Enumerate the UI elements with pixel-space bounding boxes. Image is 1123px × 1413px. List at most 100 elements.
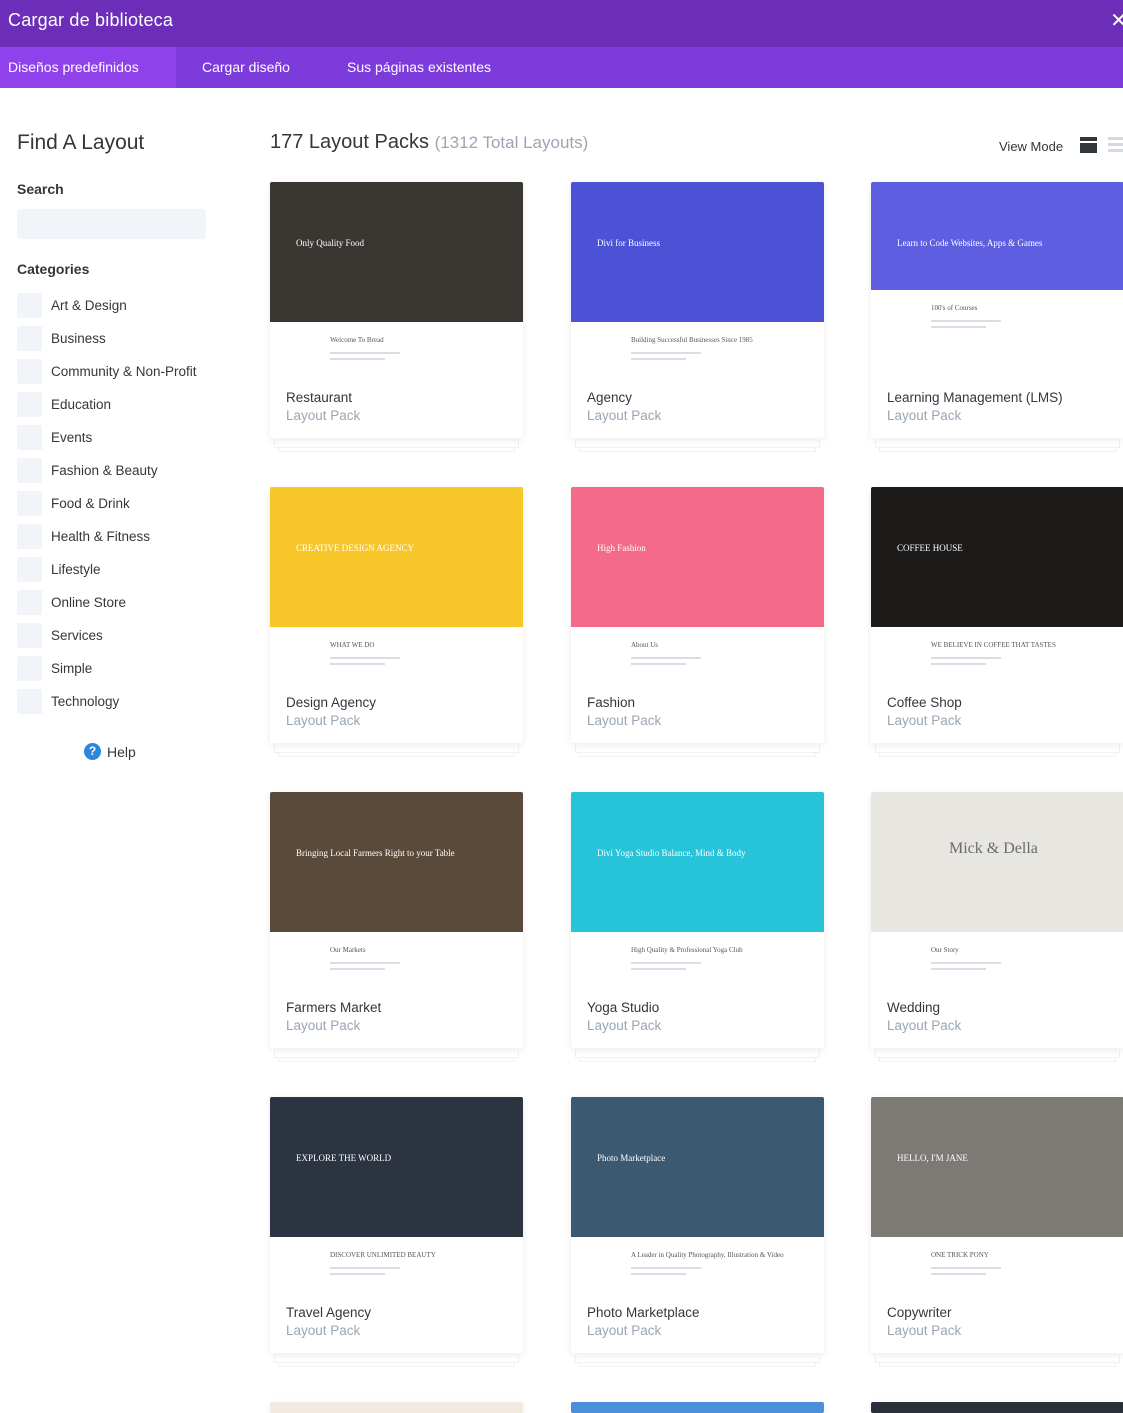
filter-sidebar: Find A Layout Search Categories Art & De… [0, 88, 240, 1413]
layout-name: Restaurant [286, 390, 353, 405]
thumbnail-section-text: About Us [631, 641, 659, 649]
category-item[interactable]: Community & Non-Profit [17, 355, 197, 388]
category-list: Art & Design Business Community & Non-Prof… [17, 289, 197, 718]
tab-load-layout[interactable]: Cargar diseño [194, 47, 298, 88]
thumbnail-section-text: Our Markets [330, 946, 366, 954]
category-checkbox[interactable] [17, 293, 42, 318]
category-item[interactable]: Lifestyle [17, 553, 197, 586]
category-item[interactable]: Simple [17, 652, 197, 685]
category-item[interactable]: Events [17, 421, 197, 454]
help-link[interactable]: ? Help [84, 743, 136, 760]
layout-type: Layout Pack [286, 713, 361, 728]
search-input[interactable] [17, 209, 206, 239]
tab-predefined-layouts[interactable]: Diseños predefinidos [0, 47, 176, 88]
layout-type: Layout Pack [587, 713, 662, 728]
thumbnail-section-text: High Quality & Professional Yoga Club [631, 946, 743, 954]
thumbnail-section-text: 100's of Courses [931, 304, 978, 312]
thumbnail-hero-text: Divi Yoga Studio Balance, Mind & Body [597, 848, 746, 858]
category-checkbox[interactable] [17, 425, 42, 450]
layout-type: Layout Pack [887, 408, 962, 423]
thumbnail-section-text: Welcome To Bread [330, 336, 384, 344]
category-checkbox[interactable] [17, 458, 42, 483]
layout-thumbnail: Mick & Della Our Story [871, 792, 1123, 982]
category-checkbox[interactable] [17, 557, 42, 582]
category-item[interactable]: Fashion & Beauty [17, 454, 197, 487]
thumbnail-hero-text: Photo Marketplace [597, 1153, 666, 1163]
thumbnail-section-text: WHAT WE DO [330, 641, 375, 649]
layout-name: Farmers Market [286, 1000, 382, 1015]
thumbnail-hero-text: CREATIVE DESIGN AGENCY [296, 543, 414, 553]
help-label: Help [107, 743, 136, 760]
category-label: Lifestyle [51, 562, 101, 577]
layout-name: Yoga Studio [587, 1000, 660, 1015]
modal-title: Cargar de biblioteca [8, 10, 174, 30]
help-icon: ? [84, 743, 101, 760]
category-checkbox[interactable] [17, 656, 42, 681]
layout-name: Fashion [587, 695, 636, 710]
layout-thumbnail: Bringing Local Farmers Right to your Tab… [270, 792, 523, 982]
thumbnail-hero-text: Only Quality Food [296, 238, 365, 248]
category-item[interactable]: Business [17, 322, 197, 355]
layout-thumbnail: Only Quality Food Welcome To Bread [270, 182, 523, 372]
category-item[interactable]: Technology [17, 685, 197, 718]
layout-thumbnail: Divi for Business Building Successful Bus… [571, 182, 824, 372]
view-mode-label: View Mode [999, 139, 1064, 154]
category-label: Services [51, 628, 103, 643]
thumbnail-section-text: DISCOVER UNLIMITED BEAUTY [330, 1251, 436, 1259]
layout-thumbnail: CREATIVE DESIGN AGENCY WHAT WE DO [270, 487, 523, 677]
category-label: Art & Design [51, 298, 127, 313]
layout-type: Layout Pack [887, 713, 962, 728]
category-label: Community & Non-Profit [51, 364, 197, 379]
thumbnail-hero-text: Learn to Code Websites, Apps & Games [897, 238, 1043, 248]
layout-thumbnail: COFFEE HOUSE WE BELIEVE IN COFFEE THAT TA… [871, 487, 1123, 677]
layout-type: Layout Pack [587, 1018, 662, 1033]
list-view-icon[interactable] [1108, 137, 1123, 153]
category-item[interactable]: Education [17, 388, 197, 421]
thumbnail-hero-text: EXPLORE THE WORLD [296, 1153, 392, 1163]
thumbnail-hero-text: High Fashion [597, 543, 646, 553]
category-item[interactable]: Food & Drink [17, 487, 197, 520]
layout-type: Layout Pack [887, 1018, 962, 1033]
close-icon[interactable]: ✕ [1110, 8, 1123, 33]
category-checkbox[interactable] [17, 590, 42, 615]
category-label: Health & Fitness [51, 529, 151, 544]
layout-thumbnail: EXPLORE THE WORLD DISCOVER UNLIMITED BEAU… [270, 1097, 523, 1287]
thumbnail-hero-text: COFFEE HOUSE [897, 543, 963, 553]
category-checkbox[interactable] [17, 326, 42, 351]
layout-thumbnail: Learn to Code Websites, Apps & Games 100'… [871, 182, 1123, 372]
category-label: Business [51, 331, 106, 346]
category-checkbox[interactable] [17, 491, 42, 516]
category-checkbox[interactable] [17, 689, 42, 714]
layout-name: Coffee Shop [887, 695, 962, 710]
category-item[interactable]: Online Store [17, 586, 197, 619]
layout-name: Learning Management (LMS) [887, 390, 1063, 405]
category-checkbox[interactable] [17, 392, 42, 417]
thumbnail-hero-text: HELLO, I'M JANE [897, 1153, 968, 1163]
layout-type: Layout Pack [587, 1323, 662, 1338]
modal-titlebar: Cargar de biblioteca ✕ [0, 0, 1123, 47]
layout-type: Layout Pack [587, 408, 662, 423]
layout-name: Agency [587, 390, 633, 405]
total-layouts-count: (1312 Total Layouts) [434, 133, 589, 152]
layout-thumbnail: Divi Yoga Studio Balance, Mind & Body Hig… [571, 792, 824, 982]
thumbnail-section-text: WE BELIEVE IN COFFEE THAT TASTES [931, 641, 1056, 649]
category-checkbox[interactable] [17, 359, 42, 384]
thumbnail-hero-text: Bringing Local Farmers Right to your Tab… [296, 848, 455, 858]
category-checkbox[interactable] [17, 524, 42, 549]
category-label: Online Store [51, 595, 127, 610]
tab-existing-pages[interactable]: Sus páginas existentes [339, 47, 499, 88]
layout-thumbnail: Photo Marketplace A Leader in Quality Pho… [571, 1097, 824, 1287]
layout-type: Layout Pack [286, 1323, 361, 1338]
grid-view-icon[interactable] [1080, 137, 1097, 153]
categories-label: Categories [17, 261, 90, 277]
category-item[interactable]: Services [17, 619, 197, 652]
layout-type: Layout Pack [286, 408, 361, 423]
category-item[interactable]: Health & Fitness [17, 520, 197, 553]
layout-thumbnail: High Fashion About Us [571, 487, 824, 677]
category-checkbox[interactable] [17, 623, 42, 648]
category-item[interactable]: Art & Design [17, 289, 197, 322]
category-label: Fashion & Beauty [51, 463, 158, 478]
layout-name: Wedding [887, 1000, 941, 1015]
layout-type: Layout Pack [286, 1018, 361, 1033]
layout-name: Photo Marketplace [587, 1305, 700, 1320]
